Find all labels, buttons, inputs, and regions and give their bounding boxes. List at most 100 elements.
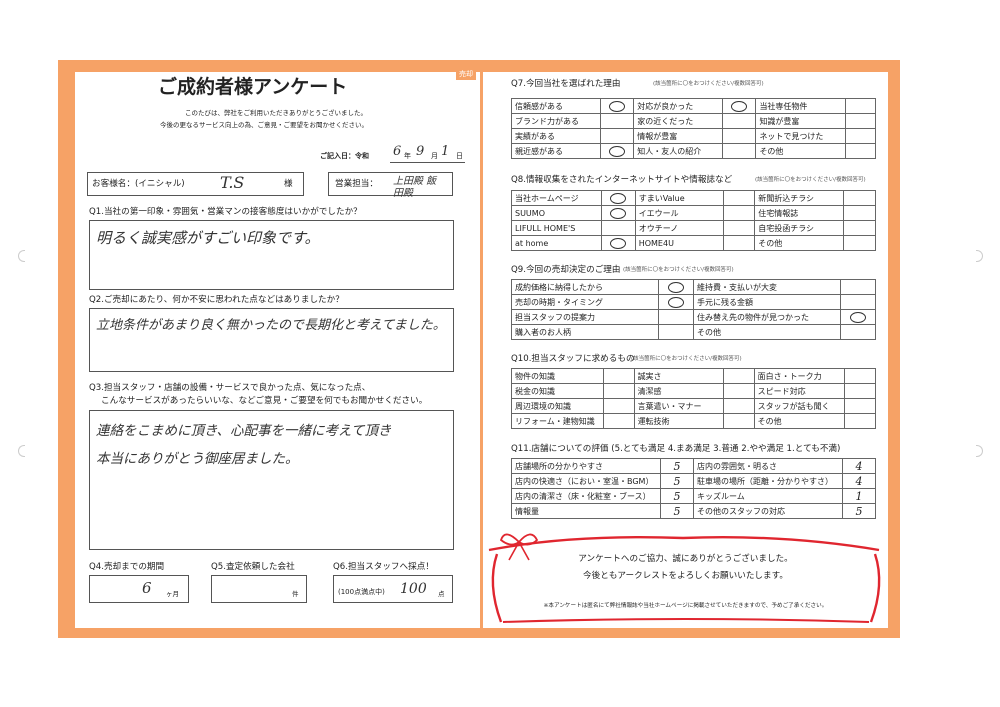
q11-item-score: 5 <box>660 458 694 474</box>
q9-option-mark <box>840 309 876 325</box>
q11-item-label: 店内の雰囲気・明るさ <box>693 458 843 474</box>
q10-option-mark <box>603 383 635 399</box>
q9-option-label: 住み替え先の物件が見つかった <box>693 309 841 325</box>
q10-option-mark <box>603 413 635 429</box>
date-year: 6 <box>393 144 402 159</box>
circle-mark-icon <box>610 192 627 204</box>
q4-value: 6 <box>142 579 152 597</box>
q8-option-mark <box>722 220 756 236</box>
q8-option-mark <box>601 235 636 251</box>
q10-option-label: 言葉遣い・マナー <box>633 398 725 414</box>
q7-option-label: 情報が豊富 <box>633 128 724 144</box>
q11-table: 店舗場所の分かりやすさ 5 店内の雰囲気・明るさ 4 店内の快適さ（におい・室温・BGM… <box>511 458 876 519</box>
q10-row: リフォーム・建物知識 運転技術 その他 <box>511 413 876 429</box>
sales-staff-label: 営業担当： <box>335 179 378 189</box>
q7-option-mark <box>600 143 635 159</box>
q10-option-mark <box>723 413 755 429</box>
q9-table: 成約価格に納得したから 維持費・支払いが大変 売却の時期・タイミング 手元に残る金額担… <box>511 279 876 340</box>
q10-row: 税金の知識 清潔感 スピード対応 <box>511 383 876 399</box>
q7-row: 実績がある 情報が豊富 ネットで見つけた <box>510 128 877 144</box>
punch-hole-right-bottom <box>976 445 983 457</box>
q8-option-label: 自宅投函チラシ <box>754 220 845 236</box>
q8-option-label: その他 <box>754 235 845 251</box>
customer-name-label: お客様名：(イニシャル) <box>92 179 185 189</box>
q4-answer-box: 6 ヶ月 <box>89 575 189 603</box>
q11-item-score: 1 <box>842 488 876 504</box>
q11-item-score: 5 <box>660 488 694 504</box>
q7-option-label: 家の近くだった <box>633 113 724 129</box>
q11-row: 情報量 5 その他のスタッフの対応 5 <box>511 503 876 519</box>
q11-item-score: 5 <box>842 503 876 519</box>
q7-option-mark <box>844 113 877 129</box>
circle-mark-icon <box>609 100 626 112</box>
q10-option-mark <box>723 398 755 414</box>
circle-mark-icon <box>610 207 627 219</box>
page-title: ご成約者様アンケート <box>158 76 348 98</box>
q10-option-label: その他 <box>753 413 846 429</box>
q11-item-label: その他のスタッフの対応 <box>693 503 843 519</box>
q7-option-mark <box>600 128 635 144</box>
date-label: ご記入日：令和 <box>320 152 369 160</box>
circle-mark-icon <box>850 311 866 323</box>
q10-option-label: 誠実さ <box>633 368 725 384</box>
circle-mark-icon <box>609 145 626 157</box>
q11-item-score: 5 <box>660 473 694 489</box>
closing-line-1: アンケートへのご協力、誠にありがとうございました。 <box>578 554 793 564</box>
q6-caption: (100点満点中) <box>338 588 385 596</box>
q4-unit: ヶ月 <box>166 590 179 598</box>
q9-note: (該当箇所に〇をおつけください/複数回答可) <box>623 267 734 273</box>
q7-option-label: 親近感がある <box>510 143 602 159</box>
q9-option-label: 売却の時期・タイミング <box>511 294 659 310</box>
q8-option-mark <box>843 205 876 221</box>
date-month-unit: 月 <box>431 152 438 160</box>
q1-answer: 明るく誠実感がすごい印象です。 <box>96 229 320 247</box>
q7-option-label: ネットで見つけた <box>755 128 846 144</box>
q9-option-label: 担当スタッフの提案力 <box>511 309 659 325</box>
q9-option-label: 維持費・支払いが大変 <box>693 279 841 295</box>
q6-value: 100 <box>400 581 427 597</box>
q11-item-label: 店舗場所の分かりやすさ <box>511 458 661 474</box>
q7-option-mark <box>844 143 877 159</box>
q7-option-label: その他 <box>755 143 846 159</box>
q3-answer-box: 連絡をこまめに頂き、心配事を一緒に考えて頂き 本当にありがとう御座居ました。 <box>89 410 454 550</box>
q8-note: (該当箇所に〇をおつけください/複数回答可) <box>755 177 866 183</box>
q1-answer-box: 明るく誠実感がすごい印象です。 <box>89 220 454 290</box>
q8-option-mark <box>601 190 636 206</box>
q5-answer-box: 件 <box>211 575 307 603</box>
q11-row: 店舗場所の分かりやすさ 5 店内の雰囲気・明るさ 4 <box>511 458 876 474</box>
q9-option-mark <box>658 309 694 325</box>
q8-row: SUUMO イエウール 住宅情報誌 <box>510 205 876 221</box>
q7-option-label: ブランド力がある <box>510 113 602 129</box>
q2-question: Q2.ご売却にあたり、何か不安に思われた点などはありましたか？ <box>89 295 344 305</box>
q6-answer-box: (100点満点中) 100 点 <box>333 575 453 603</box>
q8-option-mark <box>843 220 876 236</box>
q9-row: 担当スタッフの提案力 住み替え先の物件が見つかった <box>511 309 876 325</box>
q10-option-mark <box>603 368 635 384</box>
q7-option-mark <box>844 128 877 144</box>
q9-row: 売却の時期・タイミング 手元に残る金額 <box>511 294 876 310</box>
q9-option-mark <box>840 294 876 310</box>
date-day-unit: 日 <box>456 152 463 160</box>
ribbon-bottom <box>502 618 870 623</box>
q8-option-label: at home <box>510 235 603 251</box>
q8-option-label: 当社ホームページ <box>510 190 603 206</box>
circle-mark-icon <box>731 100 748 112</box>
q10-table: 物件の知識 誠実さ 面白さ・トーク力 税金の知識 清潔感 スピード対応 周辺環境の知識 言葉遣… <box>511 368 876 429</box>
q8-option-label: すまいValue <box>634 190 724 206</box>
q4-question: Q4.売却までの期間 <box>89 562 165 572</box>
q10-note: (該当箇所に〇をおつけください/複数回答可) <box>631 356 742 362</box>
customer-name-value: T.S <box>220 173 245 192</box>
q10-option-label: スピード対応 <box>753 383 846 399</box>
sales-staff-field: 営業担当： 上田殿 飯田殿 <box>328 172 453 199</box>
q7-option-mark <box>722 128 757 144</box>
q8-option-label: 住宅情報誌 <box>754 205 845 221</box>
sales-staff-value: 上田殿 飯田殿 <box>393 176 437 199</box>
q6-unit: 点 <box>438 590 445 598</box>
q7-option-mark <box>722 113 757 129</box>
q8-option-label: SUUMO <box>510 205 603 221</box>
q8-title: Q8.情報収集をされたインターネットサイトや情報誌など <box>511 175 733 185</box>
q7-option-label: 当社専任物件 <box>755 98 846 114</box>
ribbon-top <box>488 536 880 552</box>
q8-row: at home HOME4U その他 <box>510 235 876 251</box>
q8-option-mark <box>843 235 876 251</box>
